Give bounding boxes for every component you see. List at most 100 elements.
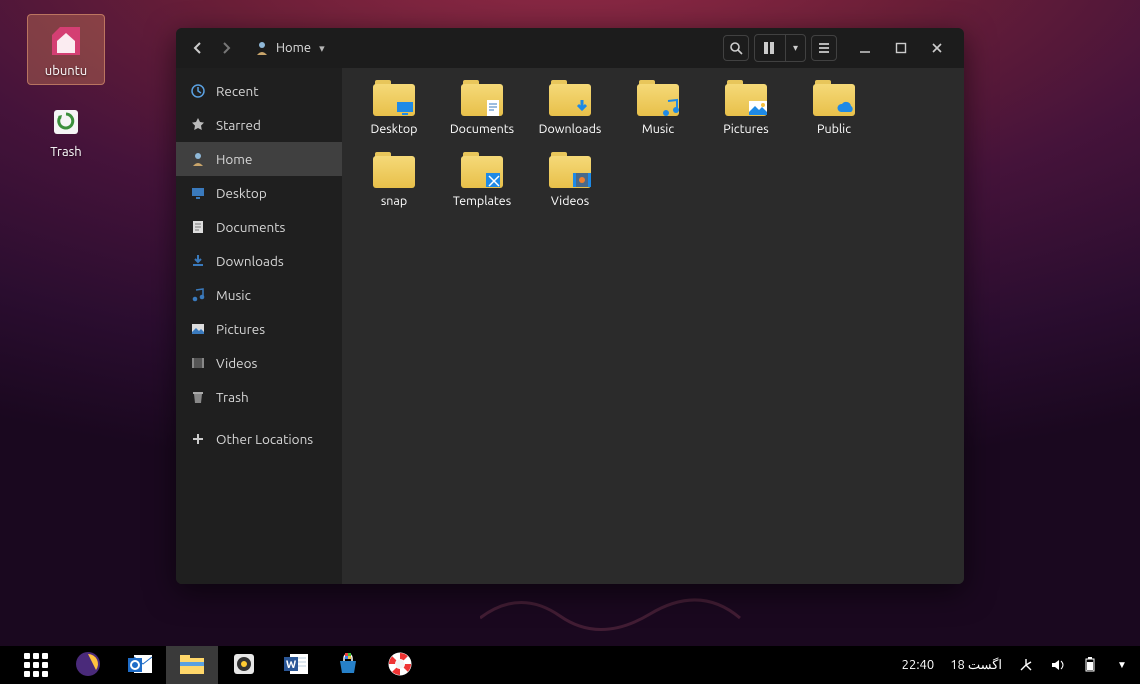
explorer-icon (177, 649, 207, 682)
folder-snap[interactable]: snap (350, 152, 438, 218)
svg-text:W: W (286, 659, 297, 671)
picture-icon (190, 321, 206, 337)
monitor-icon (395, 98, 417, 118)
star-icon (190, 117, 206, 133)
folder-content-pane[interactable]: DesktopDocumentsDownloadsMusicPicturesPu… (342, 68, 964, 584)
folder-desktop[interactable]: Desktop (350, 80, 438, 146)
network-icon[interactable] (1018, 657, 1034, 673)
taskbar-app-outlook[interactable] (114, 646, 166, 684)
folder-label: snap (350, 194, 438, 208)
sidebar-item-label: Home (216, 151, 252, 167)
word-icon: W (282, 650, 310, 681)
date-text[interactable]: اگست 18 (950, 658, 1002, 673)
chevron-down-icon[interactable]: ▼ (1114, 657, 1130, 673)
sidebar-item-trash[interactable]: Trash (176, 380, 342, 414)
battery-icon[interactable] (1082, 657, 1098, 673)
home-icon (190, 151, 206, 167)
sidebar-item-pictures[interactable]: Pictures (176, 312, 342, 346)
window-maximize-button[interactable] (892, 39, 910, 57)
folder-label: Public (790, 122, 878, 136)
desktop-icon (190, 185, 206, 201)
sidebar-item-music[interactable]: Music (176, 278, 342, 312)
folder-label: Desktop (350, 122, 438, 136)
video-icon (190, 355, 206, 371)
picture-icon (747, 98, 769, 118)
breadcrumb[interactable]: Home ▾ (246, 36, 333, 60)
outlook-icon (126, 650, 154, 681)
folder-label: Music (614, 122, 702, 136)
folder-documents[interactable]: Documents (438, 80, 526, 146)
desktop-icon-label: Trash (50, 145, 81, 159)
taskbar-app-apps[interactable] (10, 646, 62, 684)
folder-label: Documents (438, 122, 526, 136)
taskbar-app-word[interactable]: W (270, 646, 322, 684)
sidebar-item-label: Downloads (216, 253, 284, 269)
search-button[interactable] (723, 35, 749, 61)
store-icon (335, 651, 361, 680)
view-options-button[interactable]: ▾ (785, 35, 805, 61)
lifebuoy-icon (386, 650, 414, 681)
sidebar-item-desktop[interactable]: Desktop (176, 176, 342, 210)
window-close-button[interactable] (928, 39, 946, 57)
desktop-icon-trash[interactable]: Trash (27, 96, 105, 165)
folder-public[interactable]: Public (790, 80, 878, 146)
speaker-icon (230, 650, 258, 681)
folder-music[interactable]: Music (614, 80, 702, 146)
sidebar-item-label: Other Locations (216, 431, 313, 447)
plus-icon (190, 431, 206, 447)
wallpaper-decoration (480, 588, 780, 638)
clock-icon (190, 83, 206, 99)
taskbar-app-firefox[interactable] (62, 646, 114, 684)
volume-icon[interactable] (1050, 657, 1066, 673)
sidebar-item-label: Videos (216, 355, 257, 371)
folder-downloads[interactable]: Downloads (526, 80, 614, 146)
doc-icon (190, 219, 206, 235)
file-manager-titlebar: Home ▾ ▾ (176, 28, 964, 68)
hamburger-menu-button[interactable] (811, 35, 837, 61)
chevron-down-icon: ▾ (319, 42, 325, 55)
sidebar-item-documents[interactable]: Documents (176, 210, 342, 244)
file-manager-window: Home ▾ ▾ RecentStarredHomeDesktopDocumen… (176, 28, 964, 584)
system-tray: 22:40 اگست 18 ▼ (902, 657, 1130, 673)
view-grid-button[interactable] (755, 35, 785, 61)
sidebar-item-videos[interactable]: Videos (176, 346, 342, 380)
music-icon (659, 98, 681, 118)
desktop-icon-home[interactable]: ubuntu (27, 14, 105, 85)
taskbar-app-help[interactable] (374, 646, 426, 684)
grid-icon (24, 653, 48, 677)
folder-templates[interactable]: Templates (438, 152, 526, 218)
cloud-icon (835, 98, 857, 118)
folder-label: Videos (526, 194, 614, 208)
taskbar-app-rhythmbox[interactable] (218, 646, 270, 684)
sidebar-item-other[interactable]: Other Locations (176, 422, 342, 456)
folder-label: Templates (438, 194, 526, 208)
folder-videos[interactable]: Videos (526, 152, 614, 218)
taskbar-app-files[interactable] (166, 646, 218, 684)
doc-icon (483, 98, 505, 118)
download-icon (190, 253, 206, 269)
window-minimize-button[interactable] (856, 39, 874, 57)
sidebar-item-label: Documents (216, 219, 285, 235)
forward-button[interactable] (213, 35, 239, 61)
clock-text[interactable]: 22:40 (902, 658, 935, 672)
sidebar-item-recent[interactable]: Recent (176, 74, 342, 108)
taskbar: W 22:40 اگست 18 ▼ (0, 646, 1140, 684)
view-switcher: ▾ (754, 34, 806, 62)
sidebar-item-starred[interactable]: Starred (176, 108, 342, 142)
breadcrumb-label: Home (276, 41, 311, 55)
taskbar-app-store[interactable] (322, 646, 374, 684)
download-icon (571, 98, 593, 118)
music-icon (190, 287, 206, 303)
back-button[interactable] (185, 35, 211, 61)
sidebar-item-label: Recent (216, 83, 259, 99)
sidebar-item-downloads[interactable]: Downloads (176, 244, 342, 278)
sidebar-item-home[interactable]: Home (176, 142, 342, 176)
folder-label: Downloads (526, 122, 614, 136)
trash-icon (190, 389, 206, 405)
folder-label: Pictures (702, 122, 790, 136)
desktop-icon-label: ubuntu (45, 64, 87, 78)
video-icon (571, 170, 593, 190)
firefox-icon (73, 649, 103, 682)
sidebar-item-label: Pictures (216, 321, 265, 337)
folder-pictures[interactable]: Pictures (702, 80, 790, 146)
